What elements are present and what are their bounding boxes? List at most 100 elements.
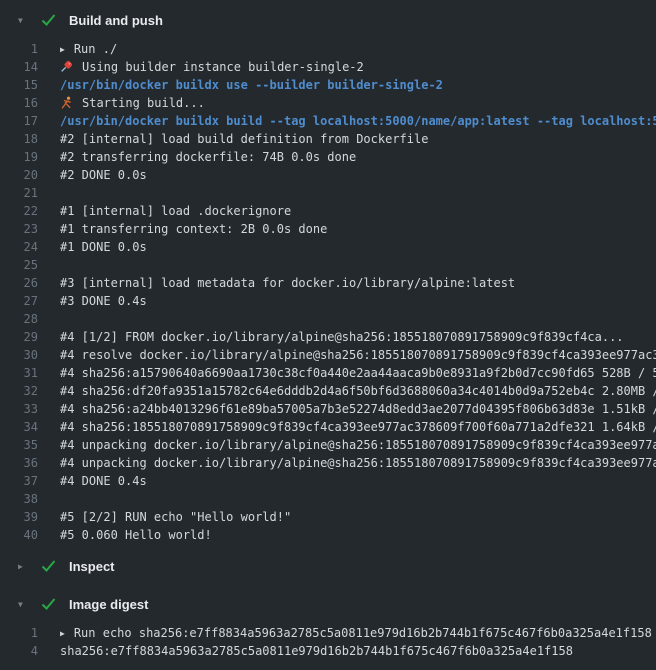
log-line: 34 #4 sha256:185518070891758909c9f839cf4… [0, 418, 656, 436]
section-title: Image digest [69, 597, 148, 612]
line-text: ▶ Run echo sha256:e7ff8834a5963a2785c5a08… [38, 624, 656, 642]
line-number[interactable]: 4 [0, 642, 38, 660]
log-line: 24 #1 DONE 0.0s [0, 238, 656, 256]
log-line: 4 sha256:e7ff8834a5963a2785c5a0811e979d1… [0, 642, 656, 660]
log-text: #5 0.060 Hello world! [60, 528, 212, 542]
line-number[interactable]: 16 [0, 94, 38, 112]
run-step-expander-icon[interactable]: ▶ [60, 41, 65, 58]
log-line: 39 #5 [2/2] RUN echo "Hello world!" [0, 508, 656, 526]
log-text: Run echo sha256:e7ff8834a5963a2785c5a081… [74, 626, 652, 640]
log-line: 27 #3 DONE 0.4s [0, 292, 656, 310]
command-text: /usr/bin/docker buildx build --tag local… [60, 114, 656, 128]
line-number[interactable]: 37 [0, 472, 38, 490]
log-text: #4 unpacking docker.io/library/alpine@sh… [60, 438, 656, 452]
log-text: #1 DONE 0.0s [60, 240, 147, 254]
log-line: 20 #2 DONE 0.0s [0, 166, 656, 184]
section-header-image-digest[interactable]: ▼ Image digest [0, 592, 656, 616]
line-number[interactable]: 36 [0, 454, 38, 472]
line-number[interactable]: 31 [0, 364, 38, 382]
log-text: #1 [internal] load .dockerignore [60, 204, 291, 218]
section-title: Build and push [69, 13, 163, 28]
log-line: 17 /usr/bin/docker buildx build --tag lo… [0, 112, 656, 130]
check-success-icon [41, 13, 57, 27]
line-number[interactable]: 17 [0, 112, 38, 130]
workflow-log: ▼ Build and push 1 ▶Run ./ 14 Using buil… [0, 0, 656, 670]
line-number[interactable]: 1 [0, 40, 38, 58]
log-line: 21 [0, 184, 656, 202]
log-line: 1 ▶ Run echo sha256:e7ff8834a5963a2785c5a… [0, 624, 656, 642]
line-text: #4 sha256:a15790640a6690aa1730c38cf0a440… [38, 364, 656, 382]
line-number[interactable]: 28 [0, 310, 38, 328]
line-text [38, 184, 656, 202]
line-number[interactable]: 22 [0, 202, 38, 220]
line-text: #4 resolve docker.io/library/alpine@sha2… [38, 346, 656, 364]
line-number[interactable]: 38 [0, 490, 38, 508]
line-number[interactable]: 32 [0, 382, 38, 400]
line-text: #5 [2/2] RUN echo "Hello world!" [38, 508, 656, 526]
line-number[interactable]: 23 [0, 220, 38, 238]
run-step-expander-icon[interactable]: ▶ [60, 625, 65, 642]
line-text: Starting build... [38, 94, 656, 112]
line-number[interactable]: 35 [0, 436, 38, 454]
log-text: #4 sha256:df20fa9351a15782c64e6dddb2d4a6… [60, 384, 656, 398]
line-text: #2 [internal] load build definition from… [38, 130, 656, 148]
line-number[interactable]: 27 [0, 292, 38, 310]
line-number[interactable]: 18 [0, 130, 38, 148]
line-text: #4 sha256:a24bb4013296f61e89ba57005a7b3e… [38, 400, 656, 418]
log-text: #4 DONE 0.4s [60, 474, 147, 488]
line-number[interactable]: 14 [0, 58, 38, 76]
command-text: /usr/bin/docker buildx use --builder bui… [60, 78, 443, 92]
line-number[interactable]: 20 [0, 166, 38, 184]
check-success-icon [41, 559, 57, 573]
log-text: #3 DONE 0.4s [60, 294, 147, 308]
section-header-build-and-push[interactable]: ▼ Build and push [0, 8, 656, 32]
line-number[interactable]: 1 [0, 624, 38, 642]
line-number[interactable]: 24 [0, 238, 38, 256]
section-build-and-push: ▼ Build and push 1 ▶ Run ./ 14 Using buil… [0, 8, 656, 554]
log-line: 25 [0, 256, 656, 274]
log-text: #5 [2/2] RUN echo "Hello world!" [60, 510, 291, 524]
line-number[interactable]: 21 [0, 184, 38, 202]
log-line: 23 #1 transferring context: 2B 0.0s done [0, 220, 656, 238]
line-text: #5 0.060 Hello world! [38, 526, 656, 544]
line-number[interactable]: 40 [0, 526, 38, 544]
line-number[interactable]: 34 [0, 418, 38, 436]
line-number[interactable]: 19 [0, 148, 38, 166]
line-text: #2 transferring dockerfile: 74B 0.0s don… [38, 148, 656, 166]
log-line: 30 #4 resolve docker.io/library/alpine@s… [0, 346, 656, 364]
chevron-down-icon[interactable]: ▼ [18, 600, 32, 609]
line-number[interactable]: 39 [0, 508, 38, 526]
log-text: Run ./ [74, 42, 117, 56]
line-text: #1 DONE 0.0s [38, 238, 656, 256]
line-number[interactable]: 15 [0, 76, 38, 94]
log-line: 18 #2 [internal] load build definition f… [0, 130, 656, 148]
log-line: 19 #2 transferring dockerfile: 74B 0.0s … [0, 148, 656, 166]
line-number[interactable]: 26 [0, 274, 38, 292]
log-text: #4 sha256:185518070891758909c9f839cf4ca3… [60, 420, 656, 434]
log-text: #2 [internal] load build definition from… [60, 132, 428, 146]
section-header-inspect[interactable]: ▶ Inspect [0, 554, 656, 578]
line-text: Using builder instance builder-single-2 [38, 58, 656, 76]
line-text: /usr/bin/docker buildx build --tag local… [38, 112, 656, 130]
log-text: #4 unpacking docker.io/library/alpine@sh… [60, 456, 656, 470]
log-line: 22 #1 [internal] load .dockerignore [0, 202, 656, 220]
log-line: 28 [0, 310, 656, 328]
log-text: #4 [1/2] FROM docker.io/library/alpine@s… [60, 330, 624, 344]
log-line: 37 #4 DONE 0.4s [0, 472, 656, 490]
log-line: 32 #4 sha256:df20fa9351a15782c64e6dddb2d… [0, 382, 656, 400]
chevron-right-icon[interactable]: ▶ [18, 562, 32, 571]
line-text: #1 [internal] load .dockerignore [38, 202, 656, 220]
line-text: #4 DONE 0.4s [38, 472, 656, 490]
runner-emoji-icon [60, 96, 74, 109]
line-text: #3 DONE 0.4s [38, 292, 656, 310]
log-text: #2 DONE 0.0s [60, 168, 147, 182]
log-text: #2 transferring dockerfile: 74B 0.0s don… [60, 150, 356, 164]
chevron-down-icon[interactable]: ▼ [18, 16, 32, 25]
line-text [38, 490, 656, 508]
line-text: #3 [internal] load metadata for docker.i… [38, 274, 656, 292]
line-number[interactable]: 29 [0, 328, 38, 346]
line-number[interactable]: 33 [0, 400, 38, 418]
log-line: 14 Using builder instance builder-single… [0, 58, 656, 76]
line-number[interactable]: 25 [0, 256, 38, 274]
line-number[interactable]: 30 [0, 346, 38, 364]
